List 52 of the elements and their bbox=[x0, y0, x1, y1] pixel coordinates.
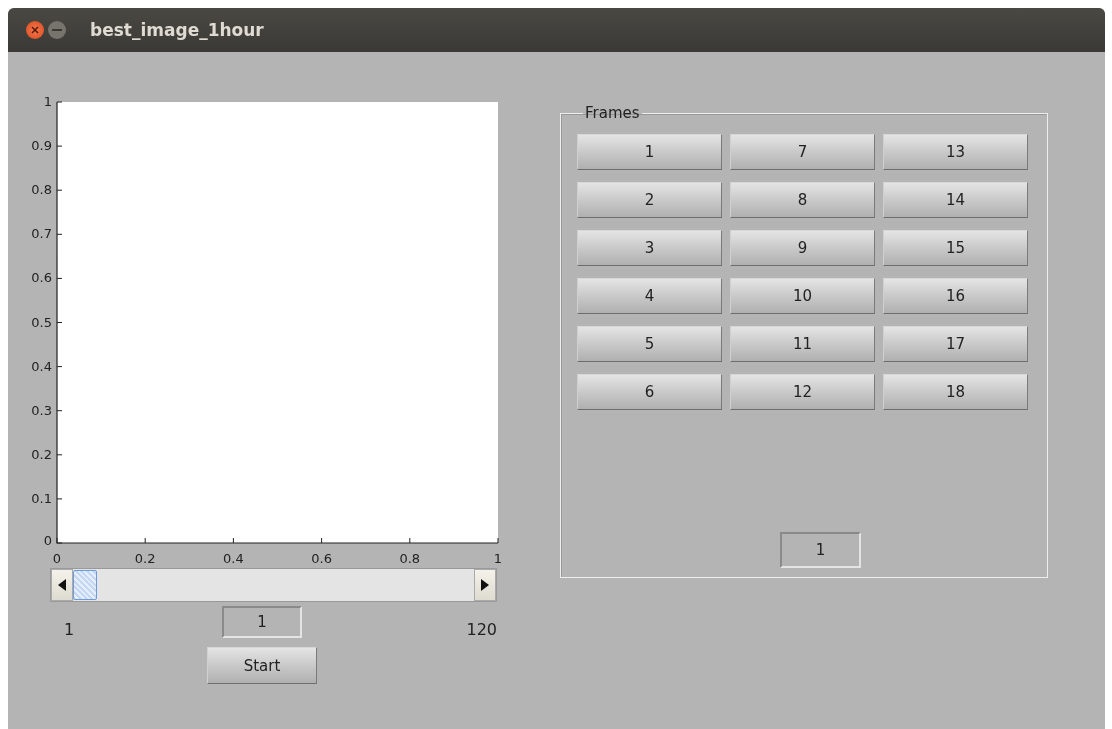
frame-button[interactable]: 7 bbox=[730, 134, 875, 170]
left-arrow-icon bbox=[58, 579, 66, 591]
frame-button[interactable]: 2 bbox=[577, 182, 722, 218]
frame-button[interactable]: 6 bbox=[577, 374, 722, 410]
x-tick-label: 0 bbox=[52, 551, 62, 566]
frame-button[interactable]: 16 bbox=[883, 278, 1028, 314]
window-title: best_image_1hour bbox=[90, 20, 264, 40]
y-tick-label: 0.7 bbox=[31, 226, 52, 242]
x-tick-label: 0.6 bbox=[311, 551, 332, 566]
start-button[interactable]: Start bbox=[207, 647, 317, 684]
right-arrow-icon bbox=[481, 579, 489, 591]
y-tick-label: 0.1 bbox=[31, 490, 52, 506]
y-tick-label: 0.8 bbox=[31, 182, 52, 198]
x-tick-label: 1 bbox=[493, 551, 503, 566]
frame-button[interactable]: 5 bbox=[577, 326, 722, 362]
frame-button[interactable]: 14 bbox=[883, 182, 1028, 218]
minimize-button[interactable] bbox=[48, 21, 66, 39]
frame-slider[interactable] bbox=[50, 568, 497, 602]
frame-button[interactable]: 15 bbox=[883, 230, 1028, 266]
frame-button[interactable]: 3 bbox=[577, 230, 722, 266]
y-tick-label: 0.9 bbox=[31, 138, 52, 154]
frame-number-field[interactable]: 1 bbox=[780, 532, 861, 568]
y-tick-label: 0.5 bbox=[31, 314, 52, 330]
x-tick-label: 0.2 bbox=[134, 551, 156, 566]
min-label: 1 bbox=[63, 619, 75, 639]
scroll-right-button[interactable] bbox=[474, 569, 496, 601]
slider-thumb[interactable] bbox=[73, 570, 97, 600]
close-button[interactable] bbox=[26, 21, 44, 39]
y-tick-label: 0.6 bbox=[31, 270, 52, 286]
frame-button[interactable]: 4 bbox=[577, 278, 722, 314]
frame-button[interactable]: 8 bbox=[730, 182, 875, 218]
y-tick-label: 1 bbox=[43, 94, 52, 109]
frame-input-field[interactable]: 1 bbox=[222, 606, 302, 638]
frame-button[interactable]: 10 bbox=[730, 278, 875, 314]
frame-button[interactable]: 12 bbox=[730, 374, 875, 410]
scroll-left-button[interactable] bbox=[51, 569, 73, 601]
y-tick-label: 0.2 bbox=[31, 446, 52, 462]
frame-button[interactable]: 9 bbox=[730, 230, 875, 266]
y-tick-label: 0.4 bbox=[31, 358, 52, 374]
frame-button[interactable]: 13 bbox=[883, 134, 1028, 170]
frame-button[interactable]: 17 bbox=[883, 326, 1028, 362]
x-tick-label: 0.8 bbox=[399, 551, 421, 566]
frame-button[interactable]: 11 bbox=[730, 326, 875, 362]
y-tick-label: 0.3 bbox=[31, 402, 52, 418]
frame-button[interactable]: 1 bbox=[577, 134, 722, 170]
frame-button[interactable]: 18 bbox=[883, 374, 1028, 410]
minimize-icon bbox=[52, 29, 62, 31]
x-tick-label: 0.4 bbox=[223, 551, 244, 566]
y-tick-label: 0 bbox=[43, 533, 52, 548]
close-icon bbox=[31, 26, 39, 34]
panel-title: Frames bbox=[584, 104, 641, 122]
max-label: 120 bbox=[466, 619, 497, 639]
